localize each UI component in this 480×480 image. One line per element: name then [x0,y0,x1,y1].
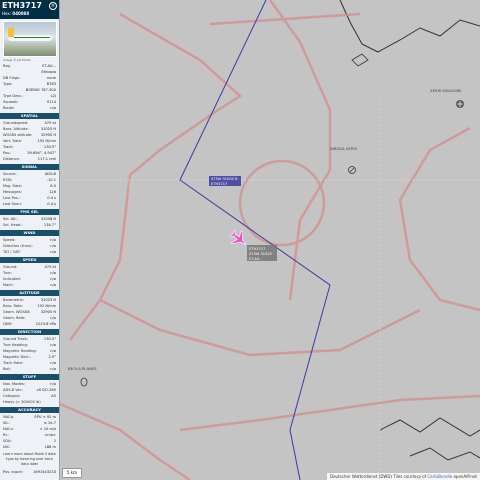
pos-epoch-row: Pos. epoch: 1691443233 [3,470,56,474]
waypoint-label-1: XERIS MSAGGRE [430,88,462,93]
speed-label: Mach: [3,283,14,287]
altitude-label: QNH: [3,322,13,326]
attribution-link[interactable]: CartoBundle [427,474,452,479]
section-title-wind: WIND [0,230,59,236]
direction-label: Roll: [3,367,11,371]
spatial-value: 117.1 nmi [37,157,56,161]
svg-text:ET-AU..: ET-AU.. [249,257,262,261]
section-title-fms: FMS SEL [0,209,59,215]
basic-value: n/a [50,106,56,110]
accuracy-label: NIC: [3,445,11,449]
section-signal: Source: ADS-B RSSI: -10.1 Msg. Rate: 8.0 Messa… [0,171,59,207]
callsign: ETH3717 [2,1,42,10]
aircraft-label: ETH3717 475kt 31025 ET-AU.. [247,245,277,261]
wind-value: n/a [50,250,56,254]
waypoint-label-3: BEOLA PLANEE [68,366,97,371]
section-altitude: Barometric: 31025 ft Baro. Rate: 192 ft/min… [0,297,59,327]
wind-row: TAT / OAT: n/a [0,249,59,255]
section-spatial: Groundspeed: 475 kt Baro. Altitude: 31025 f… [0,120,59,162]
section-fms: Sel. Alt.: 31008 ft Sel. Head.: 134.7° [0,216,59,228]
signal-label: Last Seen: [3,202,22,206]
hex-code: Hex: 040088 [2,11,30,16]
section-title-direction: DIRECTION [0,329,59,335]
basic-label: Reg. [3,64,11,68]
aircraft-photo[interactable] [3,21,57,57]
stuff-label: Heavy (> 300000 lb) [3,400,41,404]
waypoint-label-2: WBUDA XERIS [330,146,358,151]
fms-value: 134.7° [43,223,56,227]
basic-label: Route: [3,106,15,110]
fms-row: Sel. Head.: 134.7° [0,222,59,228]
svg-text:475kt 31025: 475kt 31025 [249,252,272,256]
stuff-row: Heavy (> 300000 lb) [0,399,59,405]
section-title-accuracy: ACCURACY [0,407,59,413]
stuff-value: A5 [51,394,56,398]
section-title-speed: SPEED [0,257,59,263]
direction-value: n/a [50,367,56,371]
section-direction: Ground Track: 130.5° True Heading: n/a Magne… [0,336,59,372]
section-speed: Ground: 475 kt True: n/a Indicated: n/a Mach: n… [0,264,59,288]
section-basic: Reg. ET-AU... Ethiopia DB Flags: none Type: B7… [0,63,59,111]
speed-row: Mach: n/a [0,282,59,288]
photo-caption: image © Jet Photo [3,58,31,62]
panel-header: ETH3717 Hex: 040088 × [0,0,59,19]
close-icon[interactable]: × [49,2,57,10]
section-title-stuff: STUFF [0,374,59,380]
learn-more-note: Learn more about Mode S data type by hov… [3,452,56,466]
basic-row: Route: n/a [0,105,59,111]
altitude-value: 1013.8 hPa [35,322,56,326]
accuracy-value: 186 m [44,445,56,449]
altitude-row: QNH: 1013.8 hPa [0,321,59,327]
spatial-row: Distance: 117.1 nmi [0,156,59,162]
track-label: 475kt 31000 ft ETH3717 [209,176,241,186]
map-canvas[interactable]: XERIS MSAGGRE WBUDA XERIS BEOLA PLANEE 4… [0,0,480,480]
svg-text:ETH3717: ETH3717 [211,182,227,186]
section-wind: Speed: n/a Direction (from): n/a TAT / OAT: n… [0,237,59,255]
svg-text:475kt 31000 ft: 475kt 31000 ft [211,177,238,181]
scale-label: 5 km [62,468,82,478]
fms-label: Sel. Head.: [3,223,23,227]
direction-row: Roll: n/a [0,366,59,372]
aircraft-info-panel: ETH3717 Hex: 040088 × image © Jet Photo … [0,0,60,480]
section-stuff: Nav. Modes: n/a ADS-B Ver.: v0 DO-260 Catego… [0,381,59,405]
svg-text:ETH3717: ETH3717 [249,247,265,251]
airport-icon[interactable] [456,100,464,108]
section-title-altitude: ALTITUDE [0,290,59,296]
section-accuracy: NACp: EPU < 92 m SIL: ≤ 1e-7 NACv: < 10 m/s Rc… [0,414,59,450]
signal-value: 0.4 s [47,202,56,206]
basic-label: Type: [3,82,13,86]
section-title-signal: SIGNAL [0,164,59,170]
signal-row: Last Seen: 0.4 s [0,201,59,207]
speed-value: n/a [50,283,56,287]
map-attribution: Deutscher Wetterdienst (DWD) Tiles court… [327,473,480,480]
spatial-label: Distance: [3,157,20,161]
section-title-spatial: SPATIAL [0,113,59,119]
wind-label: TAT / OAT: [3,250,21,254]
